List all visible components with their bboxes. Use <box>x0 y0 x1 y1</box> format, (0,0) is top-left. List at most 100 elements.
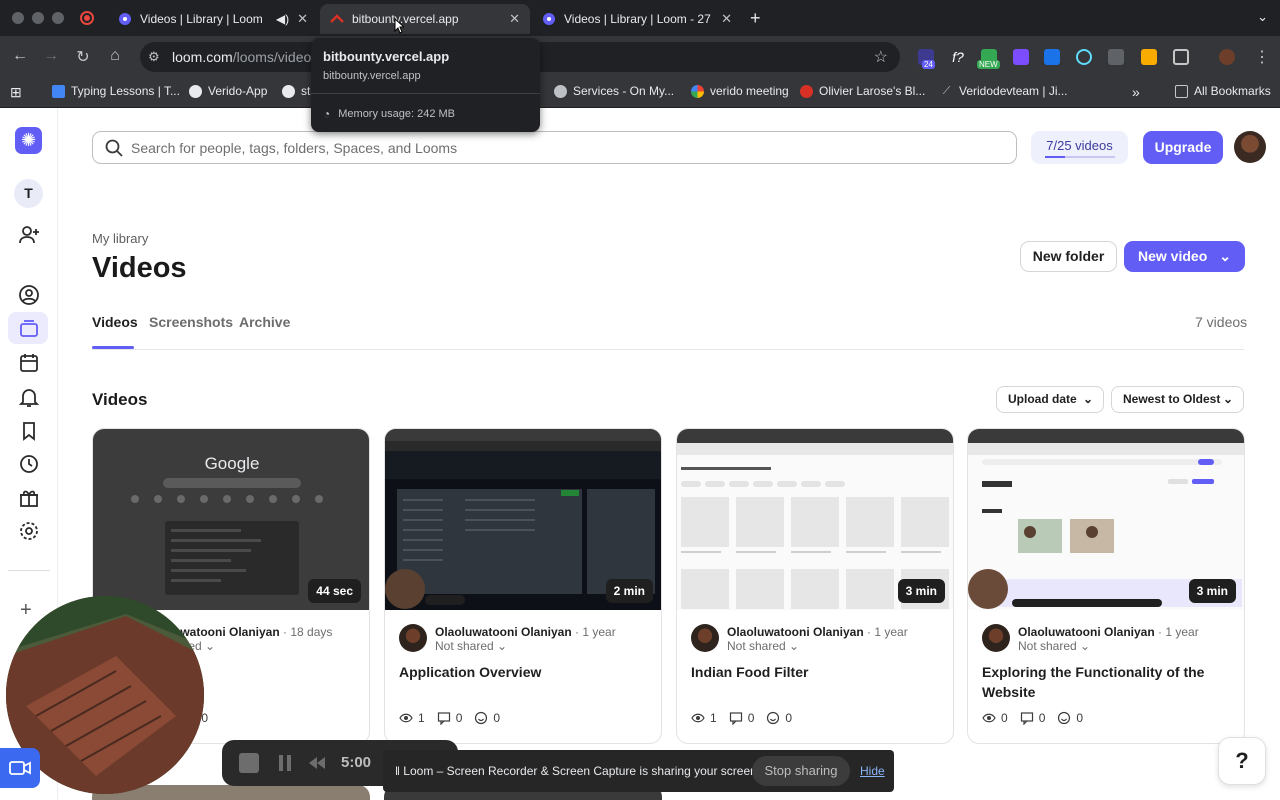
restart-icon[interactable] <box>307 755 327 771</box>
profile-circle-icon[interactable] <box>18 284 40 306</box>
comments-icon <box>437 712 450 725</box>
stop-recording-icon[interactable] <box>239 753 259 773</box>
upload-age: 1 year <box>874 625 908 639</box>
pause-icon[interactable] <box>277 754 293 772</box>
window-minimize-button[interactable] <box>32 12 44 24</box>
sharing-status[interactable]: Not shared ⌄ <box>435 639 507 653</box>
bookmark-olivier[interactable]: Olivier Larose's Bl... <box>800 84 925 98</box>
settings-gear-icon[interactable] <box>18 520 40 542</box>
bookmark-label: Verido-App <box>208 84 268 98</box>
bookmark-services[interactable]: Services - On My... <box>554 84 674 98</box>
video-card[interactable]: 3 min Olaoluwatooni Olaniyan · 1 year No… <box>676 428 954 744</box>
site-info-icon[interactable]: ⚙ <box>148 49 160 65</box>
workspace-avatar[interactable]: T <box>14 179 43 208</box>
add-user-icon[interactable] <box>18 224 40 246</box>
extension-react-icon[interactable] <box>1076 49 1092 65</box>
bookmark-typing[interactable]: Typing Lessons | T... <box>52 84 180 98</box>
sort-order-dropdown[interactable]: Newest to Oldest ⌄ <box>1111 386 1244 413</box>
tab-loom-library[interactable]: Videos | Library | Loom ◀) ✕ <box>108 4 318 34</box>
chevron-down-icon: ⌄ <box>205 639 216 653</box>
video-stats: 1 0 0 <box>691 711 804 725</box>
tab-screenshots[interactable]: Screenshots <box>149 314 233 330</box>
search-input[interactable] <box>131 137 991 159</box>
tab-loom-library-2[interactable]: Videos | Library | Loom - 27 A ✕ <box>532 4 742 34</box>
bookmark-verido-meeting[interactable]: verido meeting <box>691 84 789 98</box>
extension-yellow-icon[interactable] <box>1141 49 1157 65</box>
bell-icon[interactable] <box>18 386 40 408</box>
video-title[interactable]: Exploring the Functionality of the Websi… <box>982 662 1232 702</box>
profile-avatar-icon[interactable] <box>1219 49 1235 65</box>
sort-order-label: Newest to Oldest <box>1123 392 1221 406</box>
video-thumbnail[interactable]: 3 min <box>677 429 953 635</box>
calendar-icon[interactable] <box>18 352 40 374</box>
home-icon[interactable]: ⌂ <box>105 47 125 65</box>
history-clock-icon[interactable] <box>18 453 40 475</box>
more-bookmarks-chevron-icon[interactable]: » <box>1132 84 1140 100</box>
extension-formula-icon[interactable]: f? <box>950 49 966 65</box>
hovercard-title: bitbounty.vercel.app <box>323 49 450 64</box>
chevron-down-icon: ⌄ <box>1082 392 1093 406</box>
video-thumbnail[interactable]: Google 44 sec <box>93 429 369 610</box>
video-thumbnail[interactable]: 3 min <box>968 429 1244 610</box>
bookmark-icon[interactable] <box>18 420 40 442</box>
sharing-label: Not shared <box>727 639 786 653</box>
new-video-button[interactable]: New video ⌄ <box>1124 241 1245 272</box>
video-title[interactable]: Application Overview <box>399 662 649 682</box>
video-thumbnail[interactable]: 2 min <box>385 429 661 610</box>
tab-close-icon[interactable]: ✕ <box>721 11 732 27</box>
bookmark-veridodevteam[interactable]: ⟋ Veridodevteam | Ji... <box>940 84 1068 98</box>
stop-sharing-button[interactable]: Stop sharing <box>752 756 850 786</box>
audio-playing-icon[interactable]: ◀) <box>276 12 289 26</box>
breadcrumb[interactable]: My library <box>92 231 148 246</box>
browser-menu-icon[interactable]: ⋮ <box>1252 47 1272 67</box>
address-url: loom.com/looms/videos <box>172 49 318 65</box>
add-plus-icon[interactable]: + <box>20 599 32 622</box>
loom-logo-icon[interactable]: ✺ <box>15 127 42 154</box>
sort-by-dropdown[interactable]: Upload date ⌄ <box>996 386 1104 413</box>
window-zoom-button[interactable] <box>52 12 64 24</box>
camera-toggle-button[interactable] <box>0 748 40 788</box>
video-quota[interactable]: 7/25 videos <box>1031 131 1128 164</box>
views-eye-icon <box>691 713 705 723</box>
library-icon[interactable] <box>18 318 40 340</box>
bookmark-verido-app[interactable]: Verido-App <box>189 84 267 98</box>
extension-grid-icon[interactable] <box>1108 49 1124 65</box>
sharing-status[interactable]: Not shared ⌄ <box>1018 639 1090 653</box>
tab-archive[interactable]: Archive <box>239 314 290 330</box>
bookmark-star-icon[interactable]: ☆ <box>874 47 888 67</box>
forward-arrow-icon[interactable]: → <box>41 47 61 65</box>
tab-close-icon[interactable]: ✕ <box>297 11 308 27</box>
back-arrow-icon[interactable]: ← <box>10 47 30 65</box>
quota-label: 7/25 videos <box>1046 138 1113 153</box>
comments-count: 0 <box>747 711 755 725</box>
reactions-count: 0 <box>785 711 793 725</box>
apps-grid-icon[interactable]: ⊞ <box>10 84 22 101</box>
bookmark-favicon-icon <box>282 84 295 98</box>
video-title[interactable]: Indian Food Filter <box>691 662 941 682</box>
new-tab-plus-icon[interactable]: + <box>750 8 761 29</box>
tab-videos[interactable]: Videos <box>92 314 138 330</box>
extension-f-icon[interactable] <box>1044 49 1060 65</box>
tab-search-chevron-icon[interactable]: ⌄ <box>1257 9 1268 25</box>
extension-v-icon[interactable] <box>1013 49 1029 65</box>
sharing-status[interactable]: Not shared ⌄ <box>727 639 799 653</box>
tab-close-icon[interactable]: ✕ <box>509 11 520 27</box>
extensions-puzzle-icon[interactable] <box>1173 49 1189 65</box>
user-avatar[interactable] <box>1234 131 1266 163</box>
loom-favicon-icon <box>543 13 555 25</box>
gift-icon[interactable] <box>18 487 40 509</box>
upgrade-button[interactable]: Upgrade <box>1143 131 1223 164</box>
new-folder-button[interactable]: New folder <box>1020 241 1117 272</box>
hide-link[interactable]: Hide <box>860 764 885 778</box>
bookmark-favicon-icon <box>52 84 65 98</box>
window-close-button[interactable] <box>12 12 24 24</box>
help-button[interactable]: ? <box>1218 737 1266 785</box>
section-title: Videos <box>92 390 148 409</box>
search-bar[interactable] <box>92 131 1017 164</box>
reload-icon[interactable]: ↻ <box>73 47 93 67</box>
all-bookmarks[interactable]: All Bookmarks <box>1175 84 1271 98</box>
video-card[interactable]: 2 min Olaoluwatooni Olaniyan · 1 year No… <box>384 428 662 744</box>
tab-bitbounty[interactable]: bitbounty.vercel.app ✕ <box>320 4 530 34</box>
video-card[interactable]: 3 min Olaoluwatooni Olaniyan · 1 year No… <box>967 428 1245 744</box>
bookmark-label: Olivier Larose's Bl... <box>819 84 926 98</box>
